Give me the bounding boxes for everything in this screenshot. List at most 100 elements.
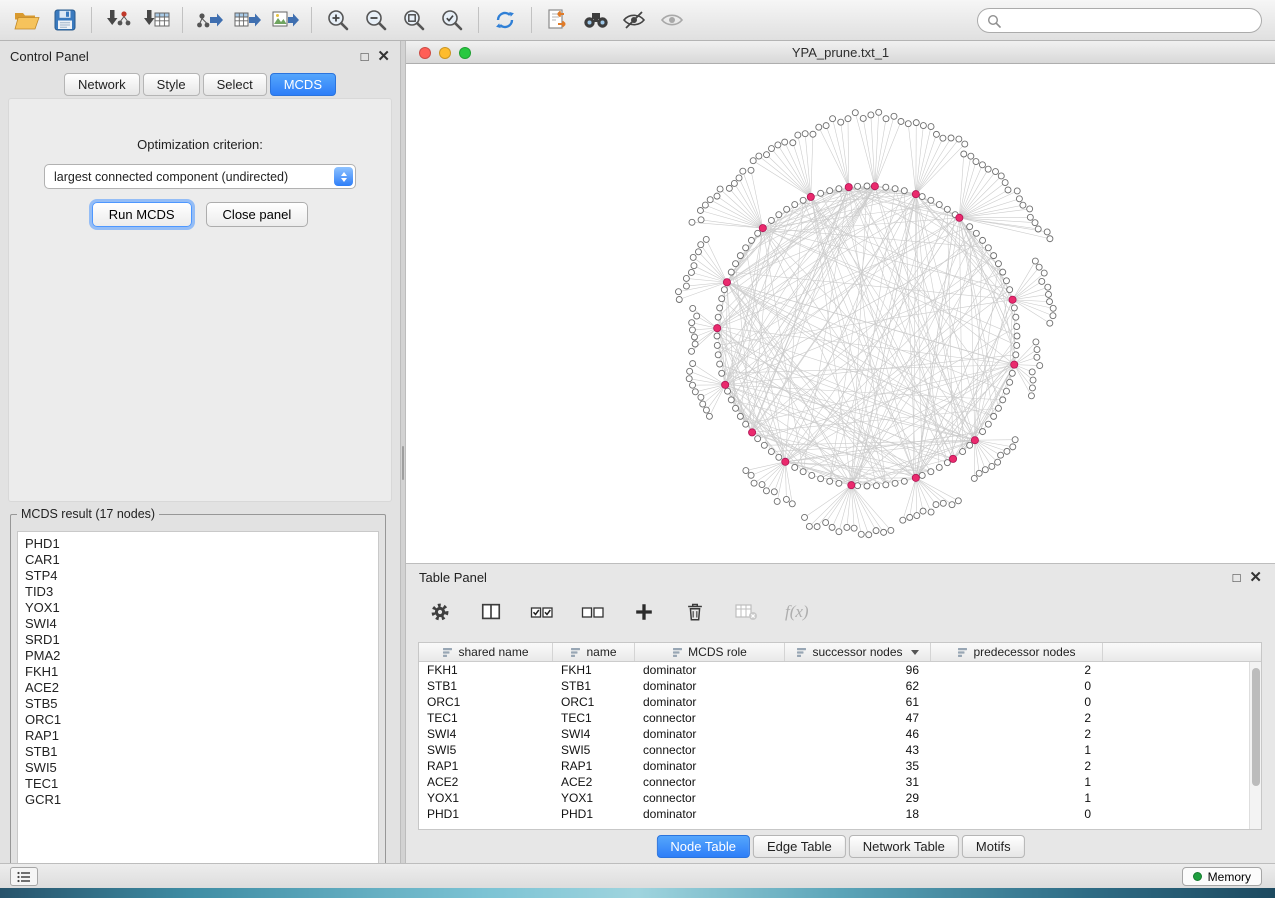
- export-table-button[interactable]: [228, 4, 266, 36]
- table-settings-button[interactable]: [428, 600, 452, 624]
- show-columns-button[interactable]: [479, 600, 503, 624]
- table-row[interactable]: PHD1PHD1dominator180: [419, 806, 1261, 822]
- save-session-button[interactable]: [46, 4, 84, 36]
- mcds-result-list[interactable]: PHD1CAR1STP4TID3YOX1SWI4SRD1PMA2FKH1ACE2…: [17, 531, 379, 872]
- table-cell: 2: [931, 711, 1103, 725]
- table-row[interactable]: YOX1YOX1connector291: [419, 790, 1261, 806]
- tab-network-table[interactable]: Network Table: [849, 835, 959, 858]
- table-cell: connector: [635, 791, 785, 805]
- tab-network[interactable]: Network: [64, 73, 140, 96]
- search-icon: [987, 14, 1001, 28]
- criterion-select[interactable]: largest connected component (undirected): [44, 164, 356, 189]
- mcds-result-item[interactable]: PHD1: [25, 536, 371, 552]
- unselect-all-button[interactable]: [581, 600, 605, 624]
- table-row[interactable]: ACE2ACE2connector311: [419, 774, 1261, 790]
- zoom-selected-button[interactable]: [433, 4, 471, 36]
- function-builder-button[interactable]: f(x): [785, 600, 809, 624]
- table-cell: ORC1: [419, 695, 553, 709]
- mcds-result-item[interactable]: STP4: [25, 568, 371, 584]
- mcds-result-item[interactable]: TID3: [25, 584, 371, 600]
- memory-button[interactable]: Memory: [1182, 867, 1262, 886]
- export-image-button[interactable]: [266, 4, 304, 36]
- mcds-result-item[interactable]: ORC1: [25, 712, 371, 728]
- column-header-predecessor-nodes[interactable]: predecessor nodes: [931, 643, 1103, 661]
- mcds-result-item[interactable]: PMA2: [25, 648, 371, 664]
- open-file-button[interactable]: [8, 4, 46, 36]
- mcds-result-item[interactable]: SWI4: [25, 616, 371, 632]
- mcds-result-item[interactable]: FKH1: [25, 664, 371, 680]
- column-header-successor-nodes[interactable]: successor nodes: [785, 643, 931, 661]
- mcds-result-item[interactable]: YOX1: [25, 600, 371, 616]
- column-header-MCDS-role[interactable]: MCDS role: [635, 643, 785, 661]
- column-header-name[interactable]: name: [553, 643, 635, 661]
- close-window-icon[interactable]: [419, 47, 431, 59]
- tab-node-table[interactable]: Node Table: [656, 835, 750, 858]
- float-panel-icon[interactable]: □: [361, 50, 369, 63]
- table-scrollbar[interactable]: [1249, 662, 1261, 829]
- close-panel-button[interactable]: Close panel: [206, 202, 309, 227]
- mcds-result-item[interactable]: SRD1: [25, 632, 371, 648]
- search-input[interactable]: [1007, 14, 1252, 28]
- toolbar-separator: [311, 7, 312, 33]
- column-header-shared-name[interactable]: shared name: [419, 643, 553, 661]
- mcds-result-item[interactable]: STB1: [25, 744, 371, 760]
- zoom-in-button[interactable]: [319, 4, 357, 36]
- open-folder-icon: [14, 9, 40, 31]
- table-body: FKH1FKH1dominator962STB1STB1dominator620…: [419, 662, 1261, 822]
- close-table-panel-icon[interactable]: ✕: [1249, 570, 1262, 585]
- select-all-button[interactable]: [530, 600, 554, 624]
- export-network-button[interactable]: [190, 4, 228, 36]
- mcds-result-item[interactable]: STB5: [25, 696, 371, 712]
- table-row[interactable]: SWI5SWI5connector431: [419, 742, 1261, 758]
- table-cell: 1: [931, 743, 1103, 757]
- network-canvas[interactable]: [406, 64, 1275, 563]
- zoom-out-button[interactable]: [357, 4, 395, 36]
- mcds-result-item[interactable]: CAR1: [25, 552, 371, 568]
- table-header-row: shared namenameMCDS rolesuccessor nodesp…: [419, 643, 1261, 662]
- columns-icon: [480, 601, 502, 623]
- import-network-button[interactable]: [99, 4, 137, 36]
- network-from-selection-button[interactable]: [539, 4, 577, 36]
- minimize-window-icon[interactable]: [439, 47, 451, 59]
- mcds-result-item[interactable]: RAP1: [25, 728, 371, 744]
- close-panel-icon[interactable]: ✕: [377, 49, 390, 64]
- tab-mcds[interactable]: MCDS: [270, 73, 336, 96]
- table-row[interactable]: FKH1FKH1dominator962: [419, 662, 1261, 678]
- table-row[interactable]: TEC1TEC1connector472: [419, 710, 1261, 726]
- run-mcds-button[interactable]: Run MCDS: [92, 202, 192, 227]
- export-image-icon: [272, 8, 299, 32]
- table-row[interactable]: ORC1ORC1dominator610: [419, 694, 1261, 710]
- zoom-fit-button[interactable]: [395, 4, 433, 36]
- scrollbar-thumb[interactable]: [1252, 668, 1260, 786]
- delete-column-button[interactable]: [683, 600, 707, 624]
- mcds-result-item[interactable]: GCR1: [25, 792, 371, 808]
- network-titlebar: YPA_prune.txt_1: [406, 41, 1275, 64]
- import-table-button[interactable]: [137, 4, 175, 36]
- clear-table-button[interactable]: [734, 600, 758, 624]
- table-cell: FKH1: [419, 663, 553, 677]
- mcds-result-item[interactable]: ACE2: [25, 680, 371, 696]
- table-row[interactable]: RAP1RAP1dominator352: [419, 758, 1261, 774]
- network-graph[interactable]: [406, 64, 1275, 563]
- panel-menu-button[interactable]: [10, 867, 38, 886]
- maximize-window-icon[interactable]: [459, 47, 471, 59]
- tab-style[interactable]: Style: [143, 73, 200, 96]
- mcds-result-item[interactable]: TEC1: [25, 776, 371, 792]
- tab-motifs[interactable]: Motifs: [962, 835, 1025, 858]
- table-row[interactable]: STB1STB1dominator620: [419, 678, 1261, 694]
- zoom-in-icon: [326, 8, 350, 32]
- table-cell: dominator: [635, 663, 785, 677]
- find-button[interactable]: [577, 4, 615, 36]
- search-box[interactable]: [977, 8, 1262, 33]
- table-row[interactable]: SWI4SWI4dominator462: [419, 726, 1261, 742]
- tab-select[interactable]: Select: [203, 73, 267, 96]
- mcds-result-item[interactable]: SWI5: [25, 760, 371, 776]
- add-column-button[interactable]: [632, 600, 656, 624]
- show-all-button[interactable]: [653, 4, 691, 36]
- table-cell: STB1: [419, 679, 553, 693]
- hide-selected-button[interactable]: [615, 4, 653, 36]
- table-cell: TEC1: [553, 711, 635, 725]
- apply-layout-button[interactable]: [486, 4, 524, 36]
- tab-edge-table[interactable]: Edge Table: [753, 835, 846, 858]
- float-table-panel-icon[interactable]: □: [1233, 571, 1241, 584]
